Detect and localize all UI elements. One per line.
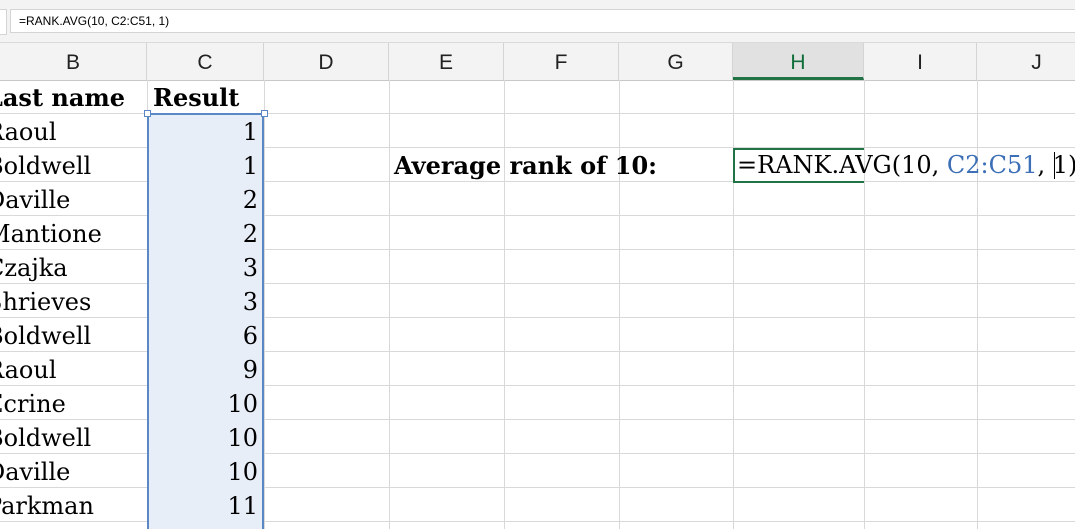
formula-prefix: =RANK.AVG(10, [737, 151, 947, 179]
column-header-e[interactable]: E [389, 43, 504, 80]
header-result[interactable]: Result [147, 80, 264, 114]
cell-result[interactable]: 10 [147, 420, 264, 454]
cell-last-name[interactable]: Mantione [0, 216, 147, 250]
formula-range-ref: C2:C51 [946, 151, 1038, 179]
header-last-name[interactable]: Last name [0, 80, 147, 114]
cell-result[interactable]: 1 [147, 148, 264, 182]
cell-result[interactable]: 10 [147, 454, 264, 488]
column-header-b[interactable]: B [0, 43, 147, 80]
cell-last-name[interactable]: Shrieves [0, 284, 147, 318]
column-header-f[interactable]: F [504, 43, 619, 80]
worksheet-grid[interactable]: Last name Result Raoul 1 Boldwell 1 Davi… [0, 80, 1075, 529]
formula-bar: =RANK.AVG(10, C2:C51, 1) [0, 0, 1075, 42]
cell-result[interactable]: 10 [147, 386, 264, 420]
average-rank-label[interactable]: Average rank of 10: [394, 148, 733, 182]
cell-last-name[interactable]: Raoul [0, 352, 147, 386]
cell-last-name[interactable]: Boldwell [0, 420, 147, 454]
cell-edit-formula[interactable]: =RANK.AVG(10, C2:C51, 1) [733, 148, 1075, 183]
cell-last-name[interactable]: Boldwell [0, 318, 147, 352]
formula-input[interactable]: =RANK.AVG(10, C2:C51, 1) [10, 9, 1075, 33]
column-header-c[interactable]: C [147, 43, 264, 80]
cell-result[interactable]: 9 [147, 352, 264, 386]
cell-last-name[interactable]: Raoul [0, 114, 147, 148]
name-box-edge[interactable] [0, 9, 7, 35]
cell-last-name[interactable]: Parkman [0, 488, 147, 522]
cell-result[interactable]: 1 [147, 114, 264, 148]
cell-last-name[interactable]: Ecrine [0, 386, 147, 420]
cell-last-name[interactable]: Daville [0, 454, 147, 488]
column-header-h[interactable]: H [733, 43, 864, 80]
column-header-i[interactable]: I [864, 43, 977, 80]
cell-last-name[interactable]: Czajka [0, 250, 147, 284]
cell-result[interactable]: 3 [147, 250, 264, 284]
text-caret [1054, 152, 1055, 179]
cell-last-name[interactable]: Boldwell [0, 148, 147, 182]
cell-result[interactable]: 3 [147, 284, 264, 318]
column-header-g[interactable]: G [619, 43, 733, 80]
cell-result[interactable]: 2 [147, 216, 264, 250]
cell-result[interactable]: 2 [147, 182, 264, 216]
cell-result[interactable]: 6 [147, 318, 264, 352]
formula-suffix: , 1) [1037, 151, 1075, 179]
cell-last-name[interactable]: Daville [0, 182, 147, 216]
column-header-bar: B C D E F G H I J [0, 42, 1075, 81]
column-header-j[interactable]: J [977, 43, 1075, 80]
column-header-d[interactable]: D [264, 43, 389, 80]
cell-result[interactable]: 11 [147, 488, 264, 522]
